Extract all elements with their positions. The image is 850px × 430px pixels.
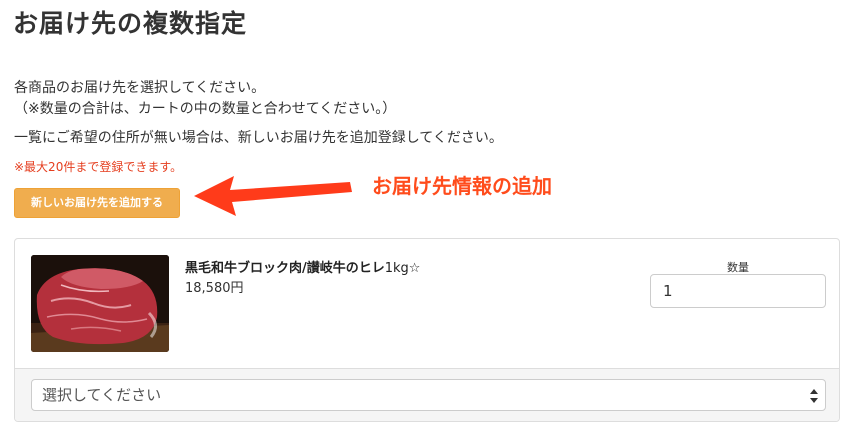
beef-block-photo-icon: [31, 255, 169, 352]
product-name: 黒毛和牛ブロック肉/讃岐牛のヒレ1kg☆: [185, 257, 420, 276]
select-updown-icon: [810, 389, 818, 403]
max-registration-notice: ※最大20件まで登録できます。: [14, 160, 183, 174]
annotation-arrow-icon: [194, 176, 352, 216]
shipping-address-select[interactable]: 選択してください: [31, 379, 826, 411]
quantity-label: 数量: [727, 261, 749, 274]
intro-line-3: 一覧にご希望の住所が無い場合は、新しいお届け先を追加登録してください。: [14, 130, 503, 146]
intro-line-1: 各商品のお届け先を選択してください。: [14, 80, 266, 96]
annotation-label: お届け先情報の追加: [372, 174, 552, 198]
product-unit: 1kg☆: [384, 261, 421, 276]
product-image: [31, 255, 169, 352]
intro-text: 各商品のお届け先を選択してください。 （※数量の合計は、カートの中の数量と合わせ…: [14, 78, 396, 120]
shipping-address-selected: 選択してください: [42, 386, 162, 404]
panel-footer: 選択してください: [15, 368, 839, 421]
quantity-input[interactable]: [650, 274, 826, 308]
product-price: 18,580円: [185, 281, 244, 296]
page-title: お届け先の複数指定: [13, 9, 248, 38]
intro-line-2: （※数量の合計は、カートの中の数量と合わせてください。）: [14, 101, 397, 117]
add-new-address-button[interactable]: 新しいお届け先を追加する: [14, 188, 180, 218]
shipping-item-panel: 黒毛和牛ブロック肉/讃岐牛のヒレ1kg☆ 18,580円 数量 選択してください: [14, 238, 840, 422]
product-name-text: 黒毛和牛ブロック肉/讃岐牛のヒレ: [185, 261, 385, 276]
panel-body: 黒毛和牛ブロック肉/讃岐牛のヒレ1kg☆ 18,580円 数量: [15, 239, 839, 368]
